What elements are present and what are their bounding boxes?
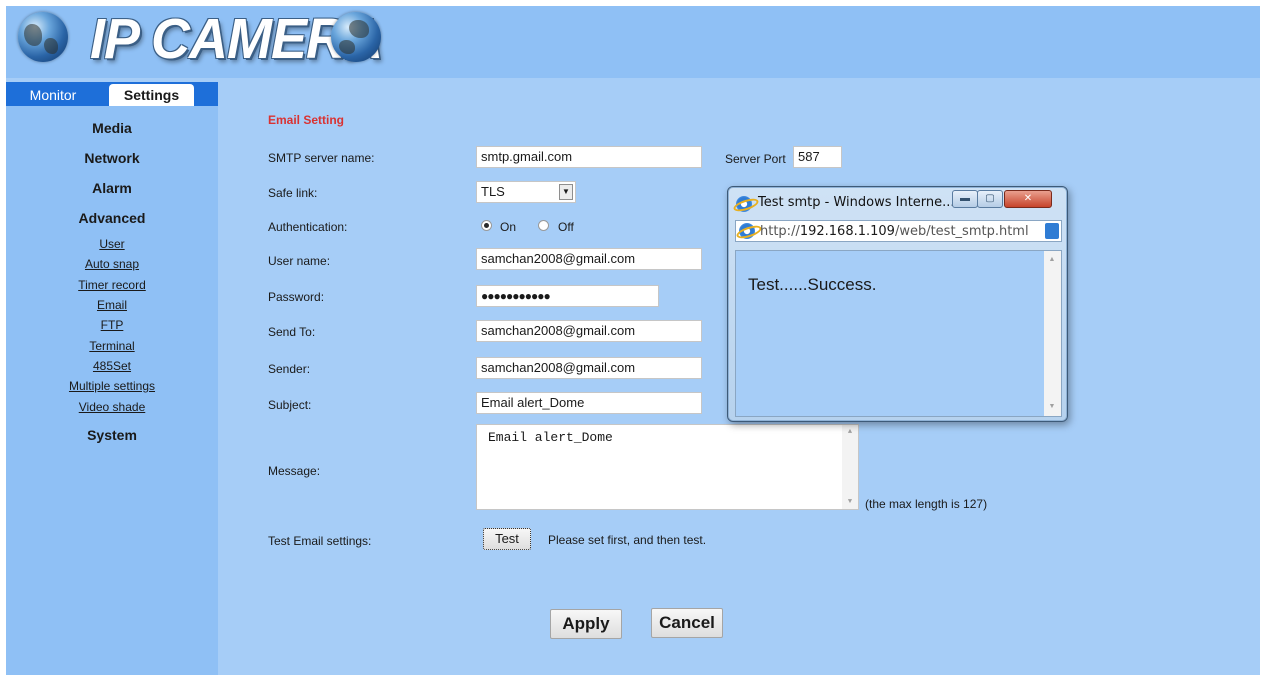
server-port-label: Server Port [725,152,786,166]
maximize-icon[interactable]: ▢ [977,190,1003,208]
sidebar-item-multiple-settings[interactable]: Multiple settings [6,379,218,393]
sidebar-item-auto-snap[interactable]: Auto snap [6,257,218,271]
scroll-down-icon[interactable]: ▼ [842,495,858,509]
popup-titlebar[interactable]: Test smtp - Windows Interne... ▬ ▢ ✕ [728,187,1067,217]
server-port-input[interactable]: 587 [793,146,842,168]
user-name-label: User name: [268,254,331,268]
scroll-up-icon[interactable]: ▲ [842,425,858,439]
popup-result-message: Test......Success. [748,275,877,294]
popup-title: Test smtp - Windows Interne... [758,195,955,210]
password-label: Password: [268,290,325,304]
tab-settings[interactable]: Settings [109,84,194,106]
url-path: /web/test_smtp.html [894,224,1029,239]
top-tab-strip: Monitor Settings [6,82,218,106]
cancel-button[interactable]: Cancel [651,608,723,638]
safe-link-label: Safe link: [268,186,318,200]
sidebar-item-timer-record[interactable]: Timer record [6,278,218,292]
sidebar-item-user[interactable]: User [6,237,218,251]
popup-content: Test......Success. ▲ ▼ [735,250,1062,417]
header-banner: IP CAMERA [6,6,1260,78]
chevron-down-icon[interactable]: ▼ [559,184,573,200]
send-to-label: Send To: [268,325,316,339]
sender-label: Sender: [268,362,311,376]
auth-off-label: Off [558,220,574,234]
auth-off-radio[interactable] [538,220,549,231]
sidebar-item-media[interactable]: Media [6,120,218,136]
password-input[interactable]: ●●●●●●●●●●● [476,285,659,307]
globe-icon [18,12,68,62]
smtp-server-label: SMTP server name: [268,151,375,165]
smtp-server-input[interactable]: smtp.gmail.com [476,146,702,168]
subject-label: Subject: [268,398,312,412]
minimize-icon[interactable]: ▬ [952,190,978,208]
sidebar-item-advanced[interactable]: Advanced [6,210,218,226]
sidebar: Monitor Settings Media Network Alarm Adv… [6,82,218,675]
subject-input[interactable]: Email alert_Dome [476,392,702,414]
page-action-icon[interactable] [1045,223,1059,239]
test-button[interactable]: Test [483,528,531,550]
authentication-label: Authentication: [268,220,348,234]
message-textarea[interactable]: Email alert_Dome ▲ ▼ [476,424,859,510]
sidebar-item-email[interactable]: Email [6,298,218,312]
sidebar-item-alarm[interactable]: Alarm [6,180,218,196]
scroll-up-icon[interactable]: ▲ [1044,253,1060,267]
popup-url: http://192.168.1.109/web/test_smtp.html [760,224,1029,239]
sidebar-item-ftp[interactable]: FTP [6,318,218,332]
send-to-input[interactable]: samchan2008@gmail.com [476,320,702,342]
scroll-down-icon[interactable]: ▼ [1044,400,1060,414]
internet-explorer-icon [736,196,752,212]
popup-address-bar[interactable]: http://192.168.1.109/web/test_smtp.html [735,220,1062,242]
message-label: Message: [268,464,321,478]
popup-scrollbar[interactable]: ▲ ▼ [1044,251,1061,416]
sidebar-item-video-shade[interactable]: Video shade [6,400,218,414]
sender-input[interactable]: samchan2008@gmail.com [476,357,702,379]
message-text: Email alert_Dome [488,430,613,445]
safe-link-value: TLS [481,184,505,199]
internet-explorer-icon [739,223,755,239]
test-smtp-popup-window: Test smtp - Windows Interne... ▬ ▢ ✕ htt… [727,186,1068,422]
sidebar-item-system[interactable]: System [6,427,218,443]
url-prefix: http:// [760,224,800,239]
test-hint-text: Please set first, and then test. [548,533,707,547]
auth-on-radio[interactable] [481,220,492,231]
sidebar-item-network[interactable]: Network [6,150,218,166]
message-max-length-note: (the max length is 127) [865,497,988,511]
tab-monitor[interactable]: Monitor [18,84,88,106]
message-scrollbar[interactable]: ▲ ▼ [842,425,858,509]
sidebar-item-terminal[interactable]: Terminal [6,339,218,353]
safe-link-select[interactable]: TLS ▼ [476,181,576,203]
section-title: Email Setting [268,113,345,127]
test-email-label: Test Email settings: [268,534,372,548]
apply-button[interactable]: Apply [550,609,622,639]
close-icon[interactable]: ✕ [1004,190,1052,208]
sidebar-item-485set[interactable]: 485Set [6,359,218,373]
user-name-input[interactable]: samchan2008@gmail.com [476,248,702,270]
url-host: 192.168.1.109 [799,224,895,239]
globe-icon [331,12,381,62]
auth-on-label: On [500,220,517,234]
